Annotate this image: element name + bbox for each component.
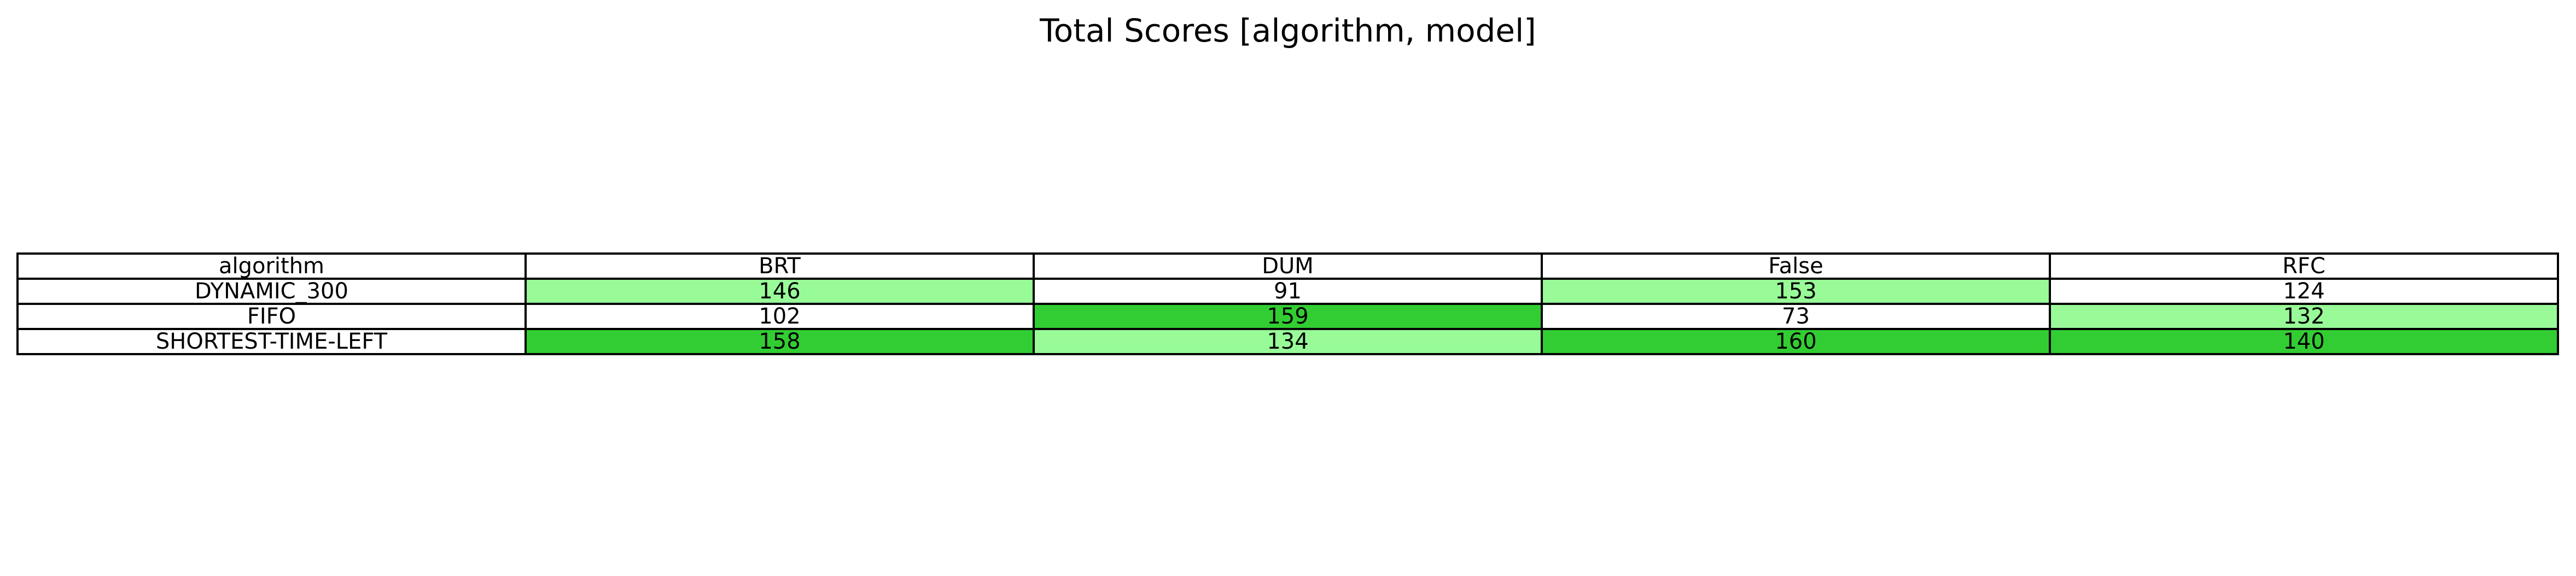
header-cell-dum: DUM — [1033, 252, 1543, 280]
score-cell: 124 — [2049, 278, 2559, 305]
score-cell: 158 — [524, 328, 1035, 355]
score-cell: 132 — [2049, 303, 2559, 330]
header-cell-brt: BRT — [524, 252, 1035, 280]
row-label: DYNAMIC_300 — [16, 278, 527, 305]
header-cell-false: False — [1541, 252, 2051, 280]
score-cell: 73 — [1541, 303, 2051, 330]
score-cell: 153 — [1541, 278, 2051, 305]
table-header-row: algorithm BRT DUM False RFC — [16, 252, 2559, 280]
row-label: FIFO — [16, 303, 527, 330]
score-cell: 160 — [1541, 328, 2051, 355]
score-cell: 134 — [1033, 328, 1543, 355]
header-cell-rfc: RFC — [2049, 252, 2559, 280]
table-row: DYNAMIC_300 146 91 153 124 — [16, 278, 2559, 305]
chart-title: Total Scores [algorithm, model] — [1040, 12, 1536, 49]
row-label: SHORTEST-TIME-LEFT — [16, 328, 527, 355]
score-cell: 140 — [2049, 328, 2559, 355]
score-cell: 146 — [524, 278, 1035, 305]
chart-figure: Total Scores [algorithm, model] algorith… — [0, 0, 2576, 576]
score-cell: 102 — [524, 303, 1035, 330]
header-cell-algorithm: algorithm — [16, 252, 527, 280]
table-row: FIFO 102 159 73 132 — [16, 303, 2559, 330]
table-row: SHORTEST-TIME-LEFT 158 134 160 140 — [16, 328, 2559, 355]
score-cell: 91 — [1033, 278, 1543, 305]
scores-table: algorithm BRT DUM False RFC DYNAMIC_300 146 91 1… — [16, 252, 2559, 355]
score-cell: 159 — [1033, 303, 1543, 330]
